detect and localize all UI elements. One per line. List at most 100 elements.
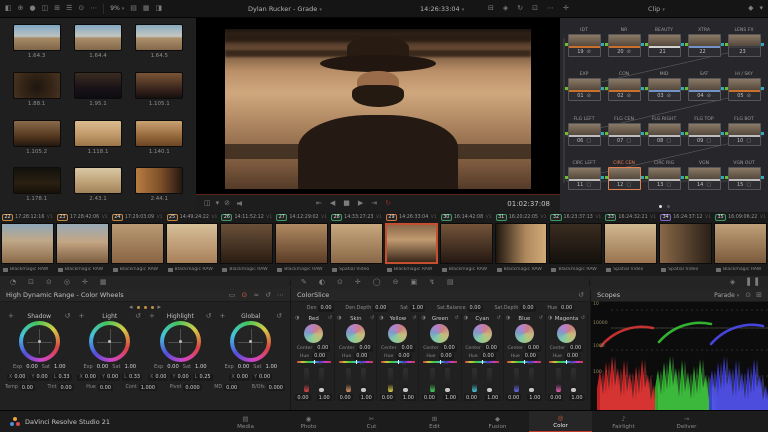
hue-slider[interactable] (507, 360, 542, 364)
clip-thumbnail[interactable] (1, 223, 54, 264)
color-wheel[interactable] (159, 321, 201, 362)
gallery-still[interactable]: 1.95.1 (67, 71, 128, 117)
slice-vector-icon[interactable]: ◑ (295, 316, 299, 321)
page-tab[interactable]: ♪ Fairlight (592, 411, 655, 432)
zone-dot[interactable] (143, 305, 147, 309)
node-box[interactable]: 04 ⊘ (684, 78, 724, 102)
grid-view-icon[interactable]: ⊞ (54, 5, 60, 12)
clip-thumbnail[interactable] (384, 223, 438, 264)
hue-value[interactable]: 0.00 (480, 352, 496, 360)
page-tab[interactable]: ◆ Fusion (466, 411, 529, 432)
still-thumbnail[interactable] (12, 119, 61, 147)
primaries-wheels-icon[interactable]: ◔ (10, 279, 16, 286)
slice-vector-icon[interactable]: ◑ (548, 316, 552, 321)
qualifier-icon[interactable]: ✎ (301, 279, 307, 286)
clip-thumbnail[interactable] (713, 223, 767, 264)
exp-value[interactable]: 0.00 (26, 364, 38, 370)
l-value[interactable]: L 0.33 (122, 373, 143, 381)
split-view-icon[interactable]: ◫ (42, 5, 49, 12)
x-value[interactable]: X 0.00 (77, 373, 98, 381)
log-wheels-icon[interactable]: ◎ (64, 279, 70, 286)
primaries-bars-icon[interactable]: ⊡ (28, 279, 34, 286)
colorslice-icon[interactable]: ◐ (319, 279, 325, 286)
clip-thumbnail[interactable] (55, 223, 109, 264)
sat-value[interactable]: 1.00 (125, 364, 137, 370)
exp-value[interactable]: 0.00 (238, 364, 250, 370)
page-tab[interactable]: ◉ Photo (277, 411, 340, 432)
x-value[interactable]: X 0.00 (147, 373, 169, 381)
wheel-target-icon[interactable]: + (8, 313, 14, 320)
gallery-still[interactable]: 1.64.3 (6, 24, 67, 69)
node-box[interactable]: 07 ▢ (604, 122, 644, 146)
slice-hue-pie[interactable] (346, 324, 366, 343)
still-thumbnail[interactable] (135, 119, 184, 147)
more-options-icon[interactable]: ⋯ (90, 5, 97, 12)
saturation-slider[interactable] (318, 362, 324, 392)
timeline-clip[interactable]: 30 16:14:42:08 V1 Blackmagic RAW (439, 212, 494, 276)
grade-node[interactable]: XTRA 22 (684, 20, 724, 65)
timeline-clip[interactable]: 35 16:09:06:22 V1 Blackmagic RAW (713, 212, 768, 276)
grade-node[interactable]: HI / SKY 05 ⊘ (724, 65, 764, 110)
slice-vector-icon[interactable]: ◑ (464, 316, 468, 321)
wheel-reset-icon[interactable]: ↺ (206, 313, 212, 320)
still-thumbnail[interactable] (135, 167, 184, 195)
hue-slider[interactable] (380, 360, 415, 364)
hue-value[interactable]: 0.00 (438, 352, 454, 360)
slice-reset-icon[interactable]: ↺ (454, 316, 458, 321)
colorslice-reset-icon[interactable]: ↺ (578, 291, 584, 299)
magic-mask-icon[interactable]: ↯ (429, 279, 435, 286)
center-value[interactable]: 0.00 (357, 344, 373, 352)
center-value[interactable]: 0.00 (483, 344, 499, 352)
node-graph-pagination[interactable] (560, 200, 768, 212)
grade-node[interactable]: FLG BOT 10 ▢ (724, 109, 764, 154)
grade-node[interactable]: SAT 04 ⊘ (684, 65, 724, 110)
density-slider[interactable] (429, 368, 435, 392)
gallery-still[interactable]: 1.140.1 (129, 119, 190, 165)
clip-thumbnail[interactable] (604, 223, 658, 264)
gradient-window-icon[interactable]: ⊖ (393, 279, 399, 286)
slice-reset-icon[interactable]: ↺ (328, 316, 332, 321)
color-wheel[interactable] (89, 321, 131, 362)
hue-slider[interactable] (465, 360, 500, 364)
hdr-active-icon[interactable]: ⊙ (241, 291, 247, 299)
hdr-zone-nav[interactable]: ◂ ▸ (0, 302, 290, 312)
grade-node[interactable]: CIRC LEFT 11 ▢ (564, 154, 604, 199)
grade-node[interactable]: NR 20 ⊘ (604, 20, 644, 65)
zone-dot[interactable] (136, 305, 140, 309)
sat-value[interactable]: 1.00 (54, 364, 66, 370)
grade-node[interactable]: IDT 19 ⊘ (564, 20, 604, 65)
color-viewer[interactable] (196, 18, 560, 195)
node-box[interactable]: 20 ⊘ (604, 33, 644, 57)
timeline-clip[interactable]: 24 17:29:03:09 V1 Blackmagic RAW (110, 212, 165, 276)
gallery-still[interactable]: 1.105.1 (129, 71, 190, 117)
param-value[interactable]: 0.00 (19, 384, 35, 391)
gallery-still[interactable]: 1.178.1 (6, 167, 67, 212)
grade-node[interactable]: EXP 01 ⊘ (564, 65, 604, 110)
node-box[interactable]: 22 (684, 33, 724, 57)
hue-slider[interactable] (422, 360, 457, 364)
still-thumbnail[interactable] (73, 71, 122, 99)
parade-scope-graph[interactable] (591, 302, 768, 410)
density-slider[interactable] (387, 368, 393, 392)
hdr-wheels-icon[interactable]: ⊙ (46, 279, 52, 286)
clip-thumbnail[interactable] (220, 223, 274, 264)
still-thumbnail[interactable] (12, 71, 61, 99)
node-box[interactable]: 23 (724, 33, 764, 57)
timeline-clip[interactable]: 34 16:24:37:12 V1 Spatial Video (658, 212, 713, 276)
param-value[interactable]: 0.000 (266, 384, 285, 391)
node-box[interactable]: 13 ▢ (644, 167, 684, 191)
l-value[interactable]: L 0.33 (51, 373, 72, 381)
center-value[interactable]: 0.00 (399, 344, 415, 352)
slice-vector-icon[interactable]: ◑ (379, 316, 383, 321)
slice-hue-pie[interactable] (304, 324, 324, 343)
saturation-slider[interactable] (486, 362, 493, 392)
thumbnail-view-icon[interactable]: ▦ (143, 5, 150, 12)
clip-thumbnail[interactable] (330, 223, 383, 264)
circle-window-icon[interactable]: ◯ (373, 279, 381, 286)
page-tab[interactable]: → Deliver (655, 411, 718, 432)
timeline-view-icon[interactable]: ▤ (130, 5, 137, 12)
node-box[interactable]: 08 ▢ (644, 122, 684, 146)
wheel-reset-icon[interactable]: ↺ (276, 313, 282, 320)
density-slider[interactable] (514, 368, 520, 392)
density-slider[interactable] (472, 368, 478, 392)
